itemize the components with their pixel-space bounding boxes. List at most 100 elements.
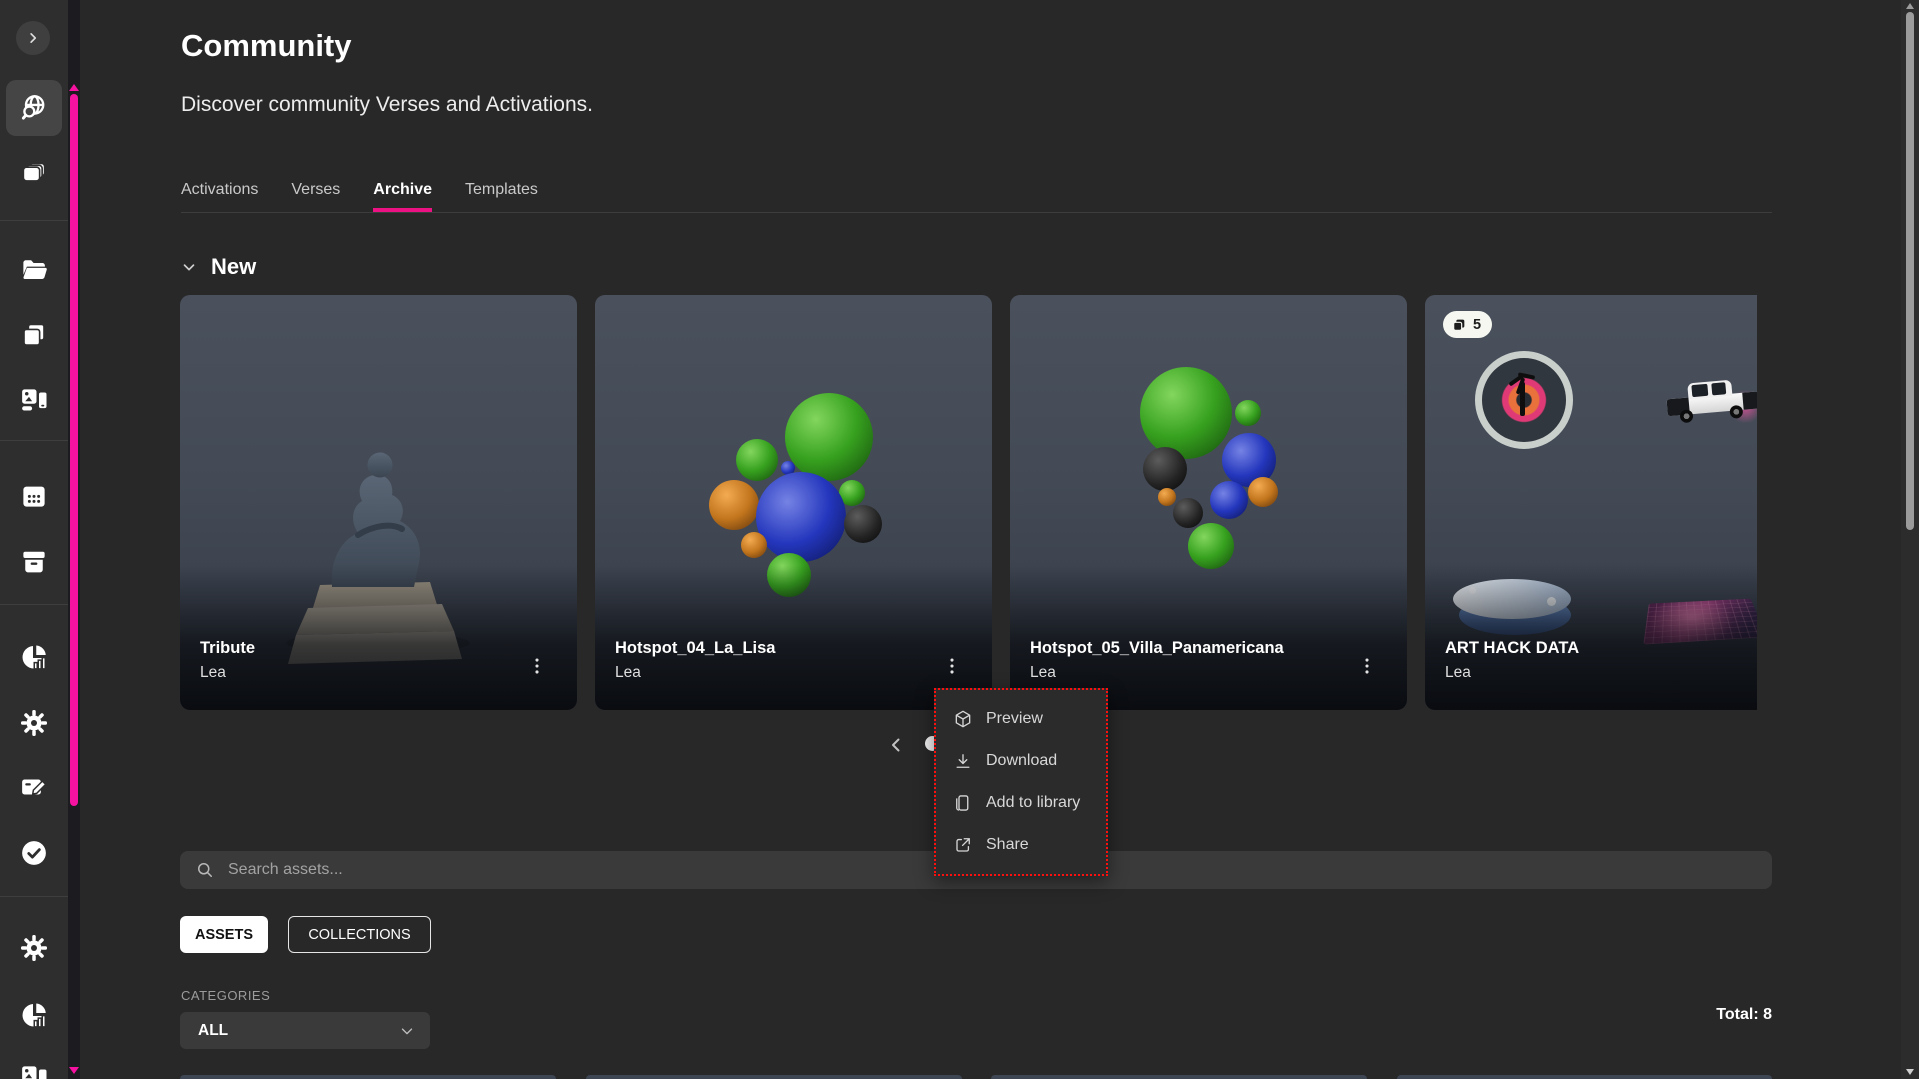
scroll-down-arrow-icon[interactable] — [1906, 1069, 1914, 1075]
category-dropdown[interactable]: ALL — [180, 1012, 430, 1049]
scroll-up-arrow-icon[interactable] — [69, 84, 79, 91]
asset-title: Hotspot_04_La_Lisa — [615, 639, 775, 658]
menu-item-preview[interactable]: Preview — [936, 698, 1106, 740]
sidebar-item-files[interactable] — [0, 255, 68, 285]
gear-icon — [19, 708, 49, 738]
sidebar-item-analytics-2[interactable] — [0, 1000, 68, 1030]
tab-activations[interactable]: Activations — [181, 181, 258, 212]
app-root: Community Discover community Verses and … — [0, 0, 1919, 1079]
police-car-art — [1665, 371, 1757, 436]
sidebar-item-approvals[interactable] — [0, 838, 68, 868]
carousel-prev-button[interactable] — [884, 733, 908, 757]
copy-icon — [19, 320, 49, 350]
calendar-icon — [19, 481, 49, 511]
pie-chart-icon — [19, 1000, 49, 1030]
section-title: New — [211, 254, 256, 280]
card-footer-gradient — [180, 565, 577, 710]
sidebar-scrollbar-thumb[interactable] — [70, 94, 78, 806]
total-count: Total: 8 — [1716, 1006, 1772, 1024]
sidebar-item-media[interactable] — [0, 385, 68, 415]
kebab-icon — [526, 655, 548, 677]
share-icon — [953, 835, 973, 855]
asset-menu-button[interactable] — [938, 649, 966, 683]
asset-menu-button[interactable] — [523, 649, 551, 683]
tab-templates[interactable]: Templates — [465, 181, 538, 212]
asset-title: ART HACK DATA — [1445, 639, 1579, 658]
copy-icon — [1451, 317, 1467, 333]
layers-icon — [19, 159, 49, 189]
section-new-toggle[interactable]: New — [180, 254, 256, 280]
asset-grid-card-top — [180, 1075, 556, 1079]
asset-count-badge: 5 — [1443, 311, 1492, 338]
scroll-down-arrow-icon[interactable] — [69, 1067, 79, 1074]
sidebar-item-archive[interactable] — [0, 547, 68, 577]
asset-card-hotspot-04[interactable]: Hotspot_04_La_Lisa Lea — [595, 295, 992, 710]
sidebar-divider — [0, 440, 68, 441]
cube-3d-icon — [953, 709, 973, 729]
tab-archive[interactable]: Archive — [373, 181, 432, 212]
menu-item-label: Preview — [986, 710, 1043, 728]
kebab-icon — [1356, 655, 1378, 677]
page-title: Community — [181, 28, 352, 64]
card-footer-gradient — [1425, 565, 1757, 710]
asset-title: Tribute — [200, 639, 255, 658]
asset-author: Lea — [615, 664, 641, 682]
categories-label: CATEGORIES — [181, 988, 270, 1003]
asset-grid-card-top — [586, 1075, 962, 1079]
asset-card-tribute[interactable]: Tribute Lea — [180, 295, 577, 710]
expand-sidebar-button[interactable] — [16, 21, 50, 55]
menu-item-add-to-library[interactable]: Add to library — [936, 782, 1106, 824]
folder-open-icon — [19, 255, 49, 285]
menu-item-label: Add to library — [986, 794, 1080, 812]
archive-box-icon — [19, 547, 49, 577]
menu-item-share[interactable]: Share — [936, 824, 1106, 866]
menu-item-download[interactable]: Download — [936, 740, 1106, 782]
category-selected-value: ALL — [198, 1022, 398, 1040]
asset-grid-card-top — [991, 1075, 1367, 1079]
page-subtitle: Discover community Verses and Activation… — [181, 93, 593, 117]
gear-icon — [19, 933, 49, 963]
sidebar-item-analytics[interactable] — [0, 642, 68, 672]
chevron-left-icon — [884, 733, 908, 757]
asset-context-menu: Preview Download Add to library — [934, 688, 1108, 876]
library-add-icon — [953, 793, 973, 813]
menu-item-label: Download — [986, 752, 1057, 770]
card-footer-gradient — [595, 565, 992, 710]
asset-author: Lea — [1445, 664, 1471, 682]
asset-card-hotspot-05[interactable]: Hotspot_05_Villa_Panamericana Lea — [1010, 295, 1407, 710]
sidebar-item-media-2[interactable] — [0, 1062, 68, 1079]
menu-item-label: Share — [986, 836, 1029, 854]
chevron-down-icon — [180, 258, 198, 276]
asset-grid-card-top — [1397, 1075, 1772, 1079]
sidebar-item-verses[interactable] — [0, 159, 68, 189]
sidebar-divider — [0, 604, 68, 605]
tabs-divider — [181, 212, 1772, 213]
sidebar-item-calendar[interactable] — [0, 481, 68, 511]
scroll-up-arrow-icon[interactable] — [1906, 3, 1914, 9]
sidebar-item-settings-2[interactable] — [0, 933, 68, 963]
asset-author: Lea — [200, 664, 226, 682]
sidebar-item-notes[interactable] — [0, 772, 68, 802]
sidebar-item-duplicates[interactable] — [0, 320, 68, 350]
medal-badge-art — [1475, 351, 1573, 449]
media-devices-icon — [19, 385, 49, 415]
asset-author: Lea — [1030, 664, 1056, 682]
check-circle-icon — [19, 838, 49, 868]
kebab-icon — [941, 655, 963, 677]
badge-count: 5 — [1473, 317, 1481, 333]
download-icon — [953, 751, 973, 771]
asset-card-art-hack-data[interactable]: 5 ART HACK DATA Lea — [1425, 295, 1757, 710]
asset-menu-button[interactable] — [1353, 649, 1381, 683]
tab-bar: Activations Verses Archive Templates — [181, 181, 538, 212]
card-edit-icon — [19, 772, 49, 802]
sidebar-item-discover[interactable] — [6, 80, 62, 136]
assets-filter-button[interactable]: ASSETS — [180, 916, 268, 953]
chevron-right-icon — [24, 29, 42, 47]
collections-filter-button[interactable]: COLLECTIONS — [288, 916, 431, 953]
tab-verses[interactable]: Verses — [291, 181, 340, 212]
page-scrollbar-thumb[interactable] — [1906, 12, 1914, 530]
cards-carousel: Tribute Lea Hotspot_04_La_L — [180, 295, 1757, 710]
sidebar-divider — [0, 896, 68, 897]
sidebar-item-settings[interactable] — [0, 708, 68, 738]
search-icon — [180, 860, 215, 880]
